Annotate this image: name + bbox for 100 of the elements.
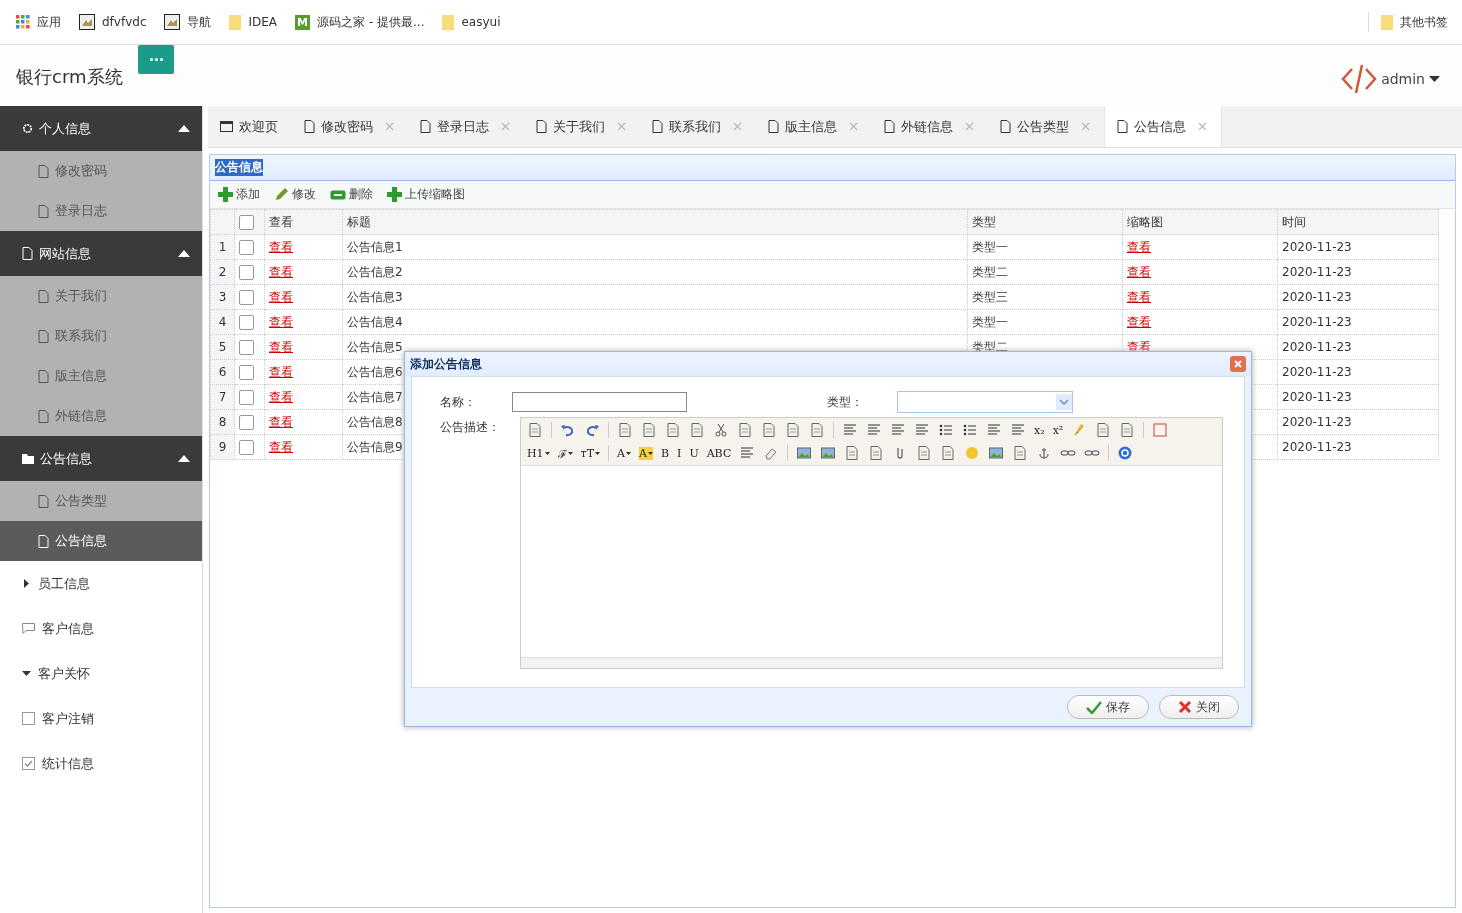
ordered-list-icon[interactable]: [938, 422, 954, 438]
view-link[interactable]: 查看: [269, 289, 293, 304]
row-checkbox[interactable]: [239, 389, 254, 405]
editor-tool[interactable]: A: [617, 446, 631, 460]
toolbar-button[interactable]: 添加: [218, 186, 260, 203]
sidebar-item[interactable]: 客户注销: [0, 696, 202, 741]
sidebar-section[interactable]: 公告信息: [0, 436, 202, 481]
editor-tool[interactable]: x₂: [1034, 423, 1045, 437]
editor-tool[interactable]: H1: [527, 446, 550, 460]
rich-text-editor[interactable]: x₂ x² H1 ℱ тT A A B I U ABC: [520, 417, 1223, 669]
bullet-list-icon[interactable]: [962, 422, 978, 438]
sidebar-item[interactable]: 统计信息: [0, 741, 202, 786]
view-link[interactable]: 查看: [1127, 264, 1151, 279]
column-header[interactable]: 缩略图: [1122, 209, 1278, 235]
images-icon[interactable]: [820, 445, 837, 461]
tab[interactable]: 修改密码: [292, 106, 408, 147]
sidebar-item[interactable]: 版主信息: [0, 356, 202, 396]
bookmark[interactable]: easyui: [442, 14, 501, 30]
view-link[interactable]: 查看: [269, 314, 293, 329]
sidebar-section[interactable]: 网站信息: [0, 231, 202, 276]
justify-icon[interactable]: [914, 422, 930, 438]
view-link[interactable]: 查看: [269, 439, 293, 454]
save-button[interactable]: 保存: [1067, 695, 1149, 719]
sidebar-item[interactable]: 员工信息: [0, 561, 202, 606]
bookmark[interactable]: 其他书签: [1368, 12, 1462, 32]
sidebar-item[interactable]: 公告信息: [0, 521, 202, 561]
row-checkbox[interactable]: [239, 339, 254, 355]
tab[interactable]: 公告信息: [1104, 106, 1222, 147]
view-link[interactable]: 查看: [1127, 289, 1151, 304]
view-link[interactable]: 查看: [269, 389, 293, 404]
editor-tool[interactable]: тT: [580, 446, 601, 460]
editor-tool[interactable]: A: [639, 446, 653, 460]
bookmark[interactable]: 导航: [164, 13, 212, 31]
sidebar-item[interactable]: 外链信息: [0, 396, 202, 436]
view-link[interactable]: 查看: [269, 339, 293, 354]
image-insert-icon[interactable]: [796, 445, 813, 461]
sidebar-section[interactable]: 个人信息: [0, 106, 202, 151]
close-icon[interactable]: [733, 122, 742, 131]
tab[interactable]: 版主信息: [756, 106, 872, 147]
editor-tool[interactable]: U: [689, 446, 699, 460]
align-center-icon[interactable]: [866, 422, 882, 438]
toolbar-button[interactable]: 修改: [274, 186, 316, 203]
column-header[interactable]: 查看: [264, 209, 343, 235]
row-checkbox[interactable]: [239, 414, 254, 430]
view-link[interactable]: 查看: [269, 239, 293, 254]
close-icon[interactable]: [385, 122, 394, 131]
row-checkbox[interactable]: [239, 364, 254, 380]
editor-tool[interactable]: B: [660, 446, 670, 460]
editor-tool[interactable]: I: [677, 446, 682, 460]
close-icon[interactable]: [617, 122, 626, 131]
tab[interactable]: 联系我们: [640, 106, 756, 147]
tab[interactable]: 公告类型: [988, 106, 1104, 147]
sidebar-item[interactable]: 公告类型: [0, 481, 202, 521]
view-link[interactable]: 查看: [269, 264, 293, 279]
align-left-icon[interactable]: [842, 422, 858, 438]
picture-icon[interactable]: [988, 445, 1005, 461]
help-icon[interactable]: [1117, 445, 1134, 461]
toolbar-button[interactable]: 上传缩略图: [387, 186, 465, 203]
view-link[interactable]: 查看: [269, 364, 293, 379]
type-select[interactable]: [897, 391, 1073, 413]
cut-icon[interactable]: [713, 422, 729, 438]
tab[interactable]: 欢迎页: [208, 106, 292, 147]
bookmark[interactable]: 应用: [16, 13, 61, 31]
column-header[interactable]: 时间: [1277, 209, 1439, 235]
sidebar-item[interactable]: 关于我们: [0, 276, 202, 316]
tab[interactable]: 外链信息: [872, 106, 988, 147]
align-right-icon[interactable]: [890, 422, 906, 438]
select-all-checkbox[interactable]: [239, 214, 254, 230]
bookmark[interactable]: dfvfvdc: [79, 14, 147, 30]
view-link[interactable]: 查看: [1127, 239, 1151, 254]
tab[interactable]: 关于我们: [524, 106, 640, 147]
row-checkbox[interactable]: [239, 439, 254, 455]
close-icon[interactable]: [1081, 122, 1090, 131]
name-field[interactable]: [512, 392, 687, 412]
row-checkbox[interactable]: [239, 264, 254, 280]
column-header[interactable]: 类型: [967, 209, 1123, 235]
sidebar-item[interactable]: 客户关怀: [0, 651, 202, 696]
close-icon[interactable]: [501, 122, 510, 131]
view-link[interactable]: 查看: [269, 414, 293, 429]
bookmark[interactable]: IDEA: [229, 14, 278, 30]
redo-icon[interactable]: [584, 422, 600, 438]
more-button[interactable]: [138, 45, 174, 74]
bookmark[interactable]: M 源码之家 - 提供最...: [295, 13, 425, 31]
sidebar-item[interactable]: 登录日志: [0, 191, 202, 231]
close-icon[interactable]: [849, 122, 858, 131]
close-button[interactable]: 关闭: [1159, 695, 1239, 719]
row-checkbox[interactable]: [239, 239, 254, 255]
editor-tool[interactable]: ABC: [706, 446, 732, 460]
resize-handle[interactable]: [521, 657, 1222, 668]
toolbar-button[interactable]: 删除: [330, 186, 373, 203]
tab[interactable]: 登录日志: [408, 106, 524, 147]
close-button[interactable]: [1230, 356, 1246, 372]
row-checkbox[interactable]: [239, 289, 254, 305]
user-menu[interactable]: admin: [1341, 63, 1440, 95]
sidebar-item[interactable]: 联系我们: [0, 316, 202, 356]
view-link[interactable]: 查看: [1127, 314, 1151, 329]
editor-tool[interactable]: x²: [1052, 423, 1064, 437]
sidebar-item[interactable]: 修改密码: [0, 151, 202, 191]
editor-tool[interactable]: ℱ: [557, 445, 573, 461]
column-header[interactable]: 标题: [342, 209, 968, 235]
